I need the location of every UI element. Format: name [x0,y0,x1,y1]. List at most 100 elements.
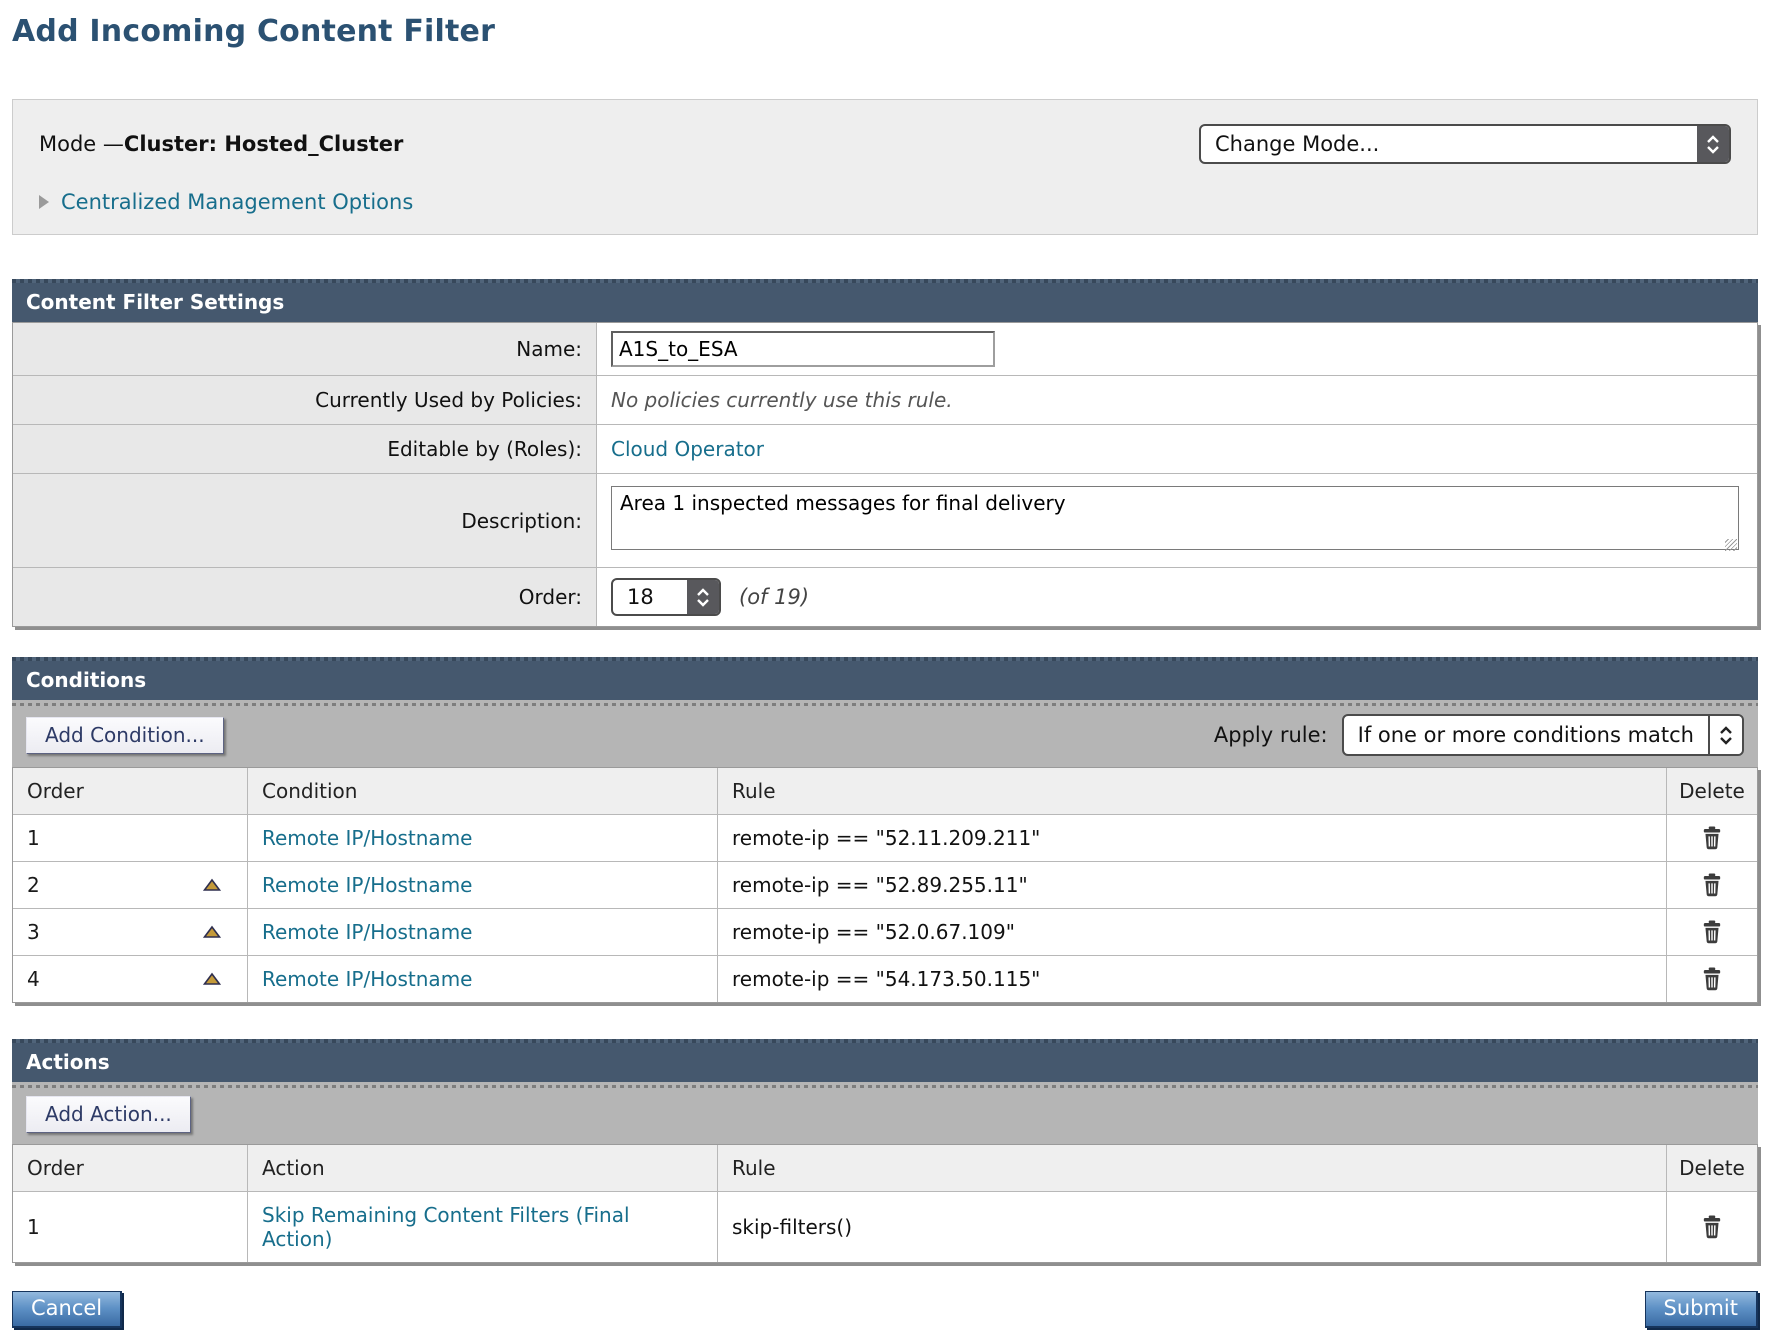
condition-link[interactable]: Remote IP/Hostname [262,920,472,944]
mode-label: Mode [39,132,103,156]
table-row: 2 Remote IP/Hostname remote-ip == "52.89… [13,861,1757,908]
action-cell: Skip Remaining Content Filters (Final Ac… [248,1192,718,1262]
submit-button[interactable]: Submit [1645,1291,1759,1328]
cloud-operator-link[interactable]: Cloud Operator [611,437,764,461]
delete-row-button[interactable] [1701,873,1723,897]
conditions-toolbar: Add Condition... Apply rule: If one or m… [12,700,1758,767]
column-header-action: Action [248,1145,718,1191]
move-up-icon[interactable] [203,926,221,939]
condition-link[interactable]: Remote IP/Hostname [262,967,472,991]
condition-link[interactable]: Remote IP/Hostname [262,873,472,897]
content-filter-settings-section: Content Filter Settings Name: Currently … [12,279,1758,627]
column-header-rule: Rule [718,1145,1667,1191]
conditions-section: Conditions Add Condition... Apply rule: … [12,657,1758,1003]
trash-icon [1701,1215,1723,1239]
order-label: Order: [13,568,597,626]
delete-row-button[interactable] [1701,920,1723,944]
apply-rule-select-value: If one or more conditions match [1344,716,1708,754]
settings-row-order: Order: 18 (of 19) [13,567,1757,626]
actions-table: Order Action Rule Delete 1 Skip Remainin… [12,1144,1758,1263]
rule-text: remote-ip == "54.173.50.115" [732,967,1040,991]
mode-text: Mode —Cluster: Hosted_Cluster [39,132,403,156]
condition-link[interactable]: Remote IP/Hostname [262,826,472,850]
disclosure-triangle-icon[interactable] [39,195,49,209]
action-link[interactable]: Skip Remaining Content Filters (Final Ac… [262,1203,703,1251]
rule-cell: skip-filters() [718,1192,1667,1262]
description-textarea[interactable]: Area 1 inspected messages for final deli… [611,486,1739,550]
move-up-icon[interactable] [203,973,221,986]
delete-row-button[interactable] [1701,1215,1723,1239]
change-mode-select[interactable]: Change Mode... [1199,124,1731,164]
select-stepper-icon [1697,126,1729,162]
rule-cell: remote-ip == "52.89.255.11" [718,862,1667,908]
trash-icon [1701,873,1723,897]
delete-cell [1667,1192,1757,1262]
settings-table: Name: Currently Used by Policies: No pol… [12,322,1758,627]
policies-label: Currently Used by Policies: [13,376,597,424]
settings-row-editable: Editable by (Roles): Cloud Operator [13,424,1757,473]
add-action-button[interactable]: Add Action... [26,1096,191,1133]
delete-cell [1667,956,1757,1002]
actions-section-header: Actions [12,1043,1758,1082]
table-row: 3 Remote IP/Hostname remote-ip == "52.0.… [13,908,1757,955]
rule-text: skip-filters() [732,1215,852,1239]
delete-cell [1667,815,1757,861]
row-order-number: 4 [27,967,40,991]
actions-section: Actions Add Action... Order Action Rule … [12,1039,1758,1263]
condition-cell: Remote IP/Hostname [248,909,718,955]
column-header-order: Order [13,768,248,814]
order-cell: 1 [13,815,248,861]
resize-grip-icon[interactable] [1725,539,1737,551]
settings-row-policies: Currently Used by Policies: No policies … [13,375,1757,424]
mode-dash: — [103,132,124,156]
conditions-table: Order Condition Rule Delete 1 [12,767,1758,1003]
column-header-delete: Delete [1667,1145,1757,1191]
centralized-management-options-link[interactable]: Centralized Management Options [61,190,413,214]
delete-cell [1667,909,1757,955]
mode-panel: Mode —Cluster: Hosted_Cluster Change Mod… [12,99,1758,235]
order-cell: 3 [13,909,248,955]
page: Add Incoming Content Filter Mode —Cluste… [0,0,1770,1328]
apply-rule-label: Apply rule: [1214,723,1328,747]
actions-table-header: Order Action Rule Delete [13,1145,1757,1191]
order-cell: 1 [13,1192,248,1262]
order-select-value: 18 [613,580,687,614]
description-label: Description: [13,474,597,567]
order-select[interactable]: 18 [611,578,721,616]
select-stepper-icon [687,580,719,614]
settings-row-name: Name: [13,323,1757,375]
policies-value: No policies currently use this rule. [611,388,953,412]
order-cell: 4 [13,956,248,1002]
rule-cell: remote-ip == "52.11.209.211" [718,815,1667,861]
rule-text: remote-ip == "52.11.209.211" [732,826,1040,850]
actions-table-body: 1 Skip Remaining Content Filters (Final … [13,1191,1757,1262]
conditions-table-body: 1 Remote IP/Hostname remote-ip == "52.11… [13,814,1757,1002]
add-condition-button[interactable]: Add Condition... [26,717,224,754]
rule-cell: remote-ip == "54.173.50.115" [718,956,1667,1002]
settings-row-description: Description: Area 1 inspected messages f… [13,473,1757,567]
cancel-button[interactable]: Cancel [12,1291,122,1328]
table-row: 1 Skip Remaining Content Filters (Final … [13,1191,1757,1262]
conditions-table-header: Order Condition Rule Delete [13,768,1757,814]
move-up-icon[interactable] [203,879,221,892]
column-header-order: Order [13,1145,248,1191]
rule-cell: remote-ip == "52.0.67.109" [718,909,1667,955]
row-order-number: 1 [27,1215,40,1239]
table-row: 1 Remote IP/Hostname remote-ip == "52.11… [13,814,1757,861]
order-cell: 2 [13,862,248,908]
order-of-note: (of 19) [739,585,809,609]
editable-label: Editable by (Roles): [13,425,597,473]
condition-cell: Remote IP/Hostname [248,862,718,908]
settings-section-header: Content Filter Settings [12,283,1758,322]
delete-row-button[interactable] [1701,967,1723,991]
rule-text: remote-ip == "52.89.255.11" [732,873,1028,897]
column-header-condition: Condition [248,768,718,814]
trash-icon [1701,826,1723,850]
trash-icon [1701,967,1723,991]
name-input[interactable] [611,331,995,367]
footer-buttons: Cancel Submit [12,1291,1758,1328]
column-header-rule: Rule [718,768,1667,814]
name-label: Name: [13,323,597,375]
apply-rule-select[interactable]: If one or more conditions match [1342,714,1744,756]
delete-row-button[interactable] [1701,826,1723,850]
